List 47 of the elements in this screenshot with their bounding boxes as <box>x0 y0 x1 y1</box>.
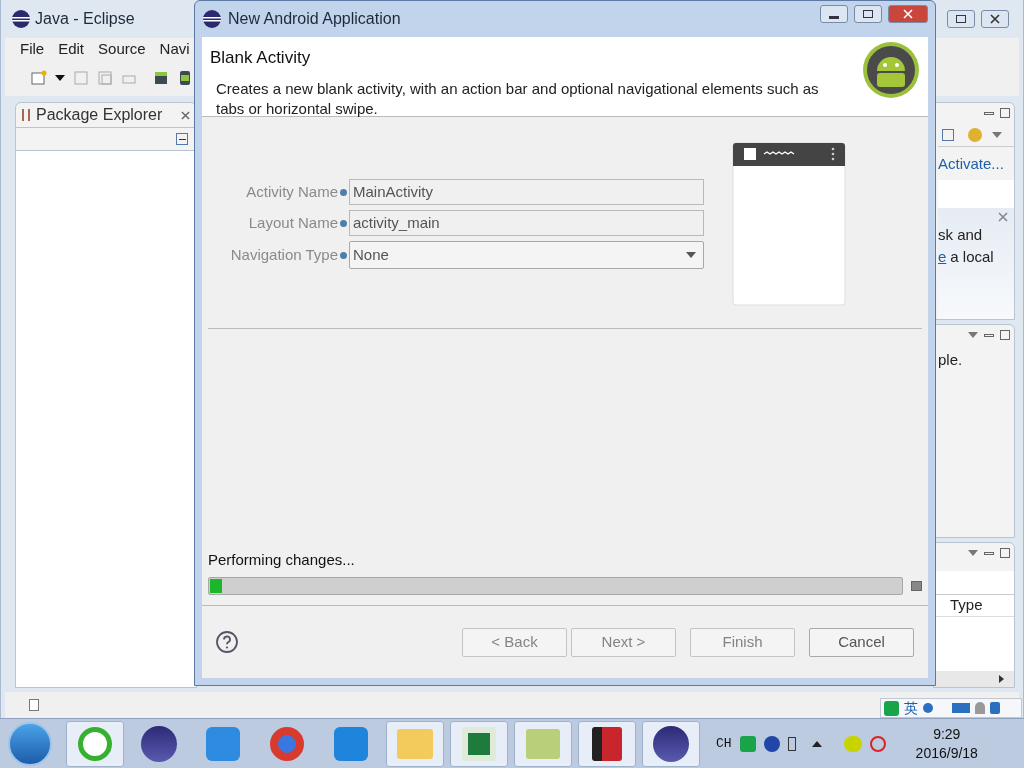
dialog-button[interactable]: Cancel <box>809 627 914 657</box>
menu-item[interactable]: File <box>20 37 45 61</box>
minimize-button[interactable] <box>820 5 848 23</box>
maximize-button[interactable] <box>854 5 882 23</box>
android-robot-icon <box>862 41 920 99</box>
menu-item[interactable]: Source <box>98 37 146 61</box>
view-tab[interactable]: Package Explorer <box>15 102 197 128</box>
page-description: Creates a new blank activity, with an action bar and optional navigational elements such as tabs or horizontal swipe. <box>215 78 820 119</box>
minimize-icon[interactable] <box>984 551 994 555</box>
menu-item[interactable]: Navi <box>159 37 190 61</box>
clock[interactable]: 9:29 2016/9/18 <box>915 724 978 763</box>
field-label: Layout Name <box>247 212 338 233</box>
info-icon <box>340 188 347 196</box>
welcome-text: a local <box>950 247 994 267</box>
maximize-icon[interactable] <box>1000 330 1010 340</box>
window-title: Java - Eclipse <box>35 9 135 29</box>
status-icon[interactable] <box>29 699 39 711</box>
show-hidden-icon[interactable] <box>811 740 822 747</box>
start-button[interactable] <box>8 721 52 766</box>
dialog-title: New Android Application <box>228 9 401 29</box>
console-text: ple. <box>938 350 964 370</box>
view-menu-icon[interactable] <box>968 550 978 556</box>
maximize-button[interactable] <box>947 10 975 28</box>
maximize-icon[interactable] <box>1000 548 1010 558</box>
field-label: Activity Name <box>245 181 338 202</box>
menu-item[interactable]: Edit <box>58 37 85 61</box>
dropdown-icon[interactable] <box>55 75 65 81</box>
page-heading: Blank Activity <box>210 47 312 69</box>
minimize-icon[interactable] <box>984 111 994 115</box>
info-icon <box>340 251 347 259</box>
close-button[interactable] <box>888 5 928 23</box>
minimize-icon[interactable] <box>984 333 994 337</box>
scroll-right-icon[interactable] <box>999 675 1004 683</box>
welcome-text: sk and <box>938 224 984 245</box>
close-button[interactable] <box>981 10 1009 28</box>
view-menu-icon[interactable] <box>968 332 978 338</box>
close-icon[interactable] <box>990 14 1000 24</box>
field-label: Navigation Type <box>229 244 338 265</box>
progress-label: Performing changes... <box>208 549 356 570</box>
welcome-link[interactable]: e <box>938 246 947 269</box>
close-icon[interactable] <box>181 110 190 120</box>
activate-link[interactable]: Activate... <box>938 147 1014 176</box>
language-indicator[interactable]: CH <box>716 733 732 754</box>
collapse-icon[interactable] <box>176 133 188 145</box>
maximize-icon[interactable] <box>1000 108 1010 118</box>
info-icon <box>340 219 347 227</box>
ime-mode[interactable]: 英 <box>904 701 918 715</box>
